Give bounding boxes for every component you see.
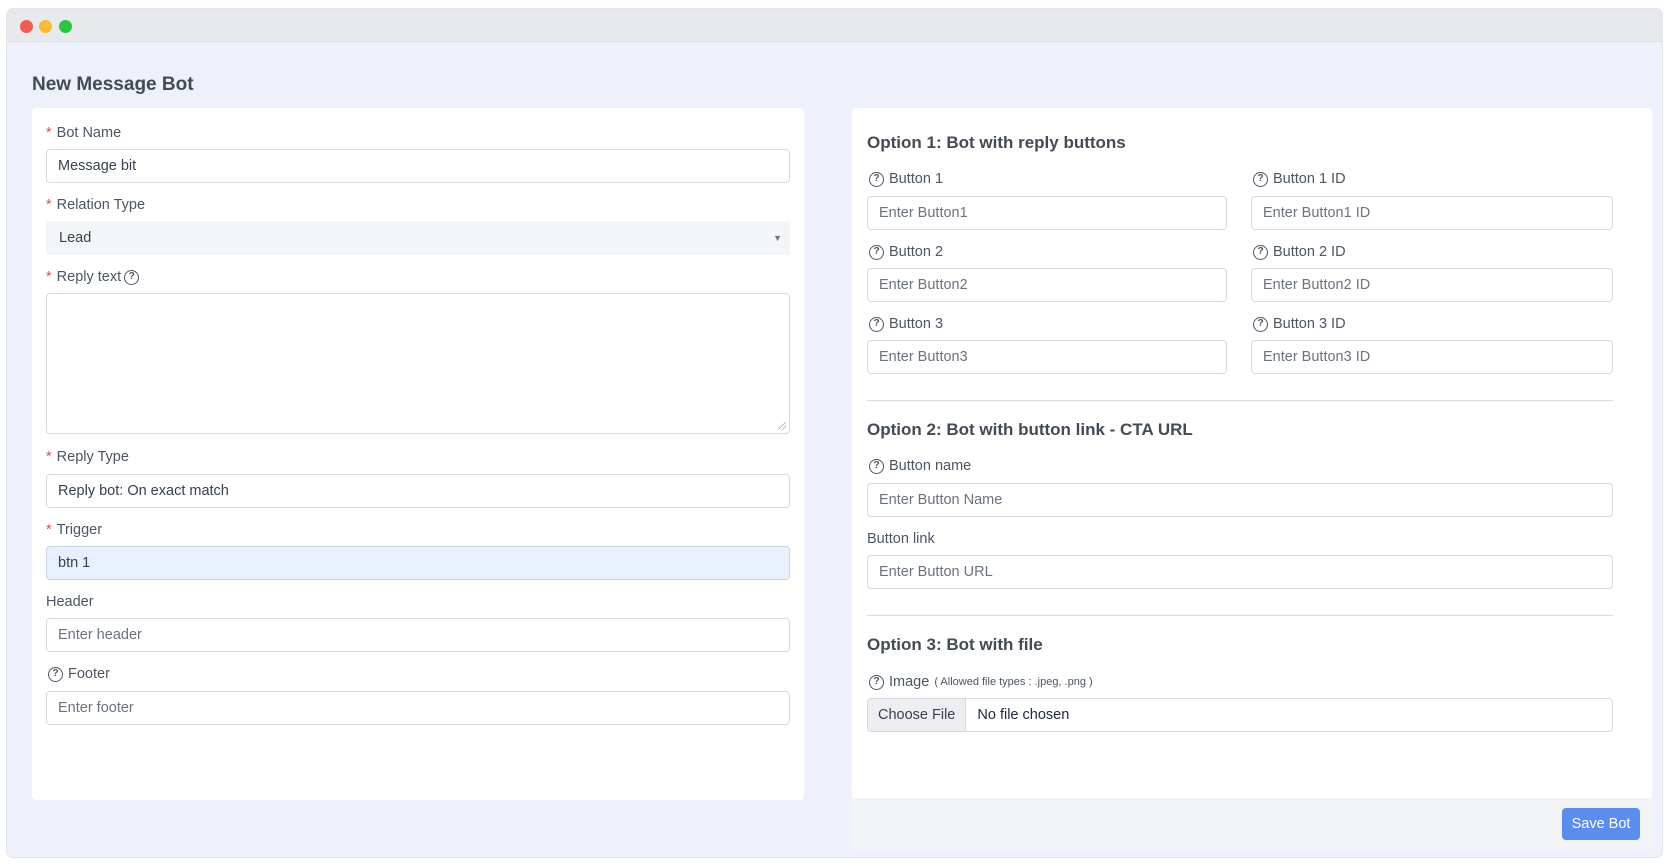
header-label: Header [46, 594, 94, 610]
required-marker: * [46, 197, 52, 213]
maximize-window-dot[interactable] [59, 20, 72, 33]
question-circle-icon[interactable]: ? [124, 269, 140, 285]
button-name-label: ? Button name [869, 458, 971, 474]
relation-type-label: * Relation Type [46, 197, 146, 213]
bot-options-card: Option 1: Bot with reply buttons ? Butto… [852, 108, 1652, 850]
file-status-text: No file chosen [977, 707, 1070, 723]
window-titlebar [7, 9, 1662, 42]
reply-text-label: * Reply text ? [46, 269, 140, 285]
button3-id-input[interactable] [1251, 340, 1613, 374]
button1-id-label: ? Button 1 ID [1253, 171, 1346, 187]
image-file-input[interactable]: Choose File No file chosen [867, 698, 1613, 732]
option3-title: Option 3: Bot with file [867, 635, 1043, 654]
required-marker: * [46, 125, 52, 141]
trigger-input[interactable] [46, 546, 790, 580]
button1-id-input[interactable] [1251, 196, 1613, 230]
button3-label: ? Button 3 [869, 316, 943, 332]
question-circle-icon[interactable]: ? [1253, 316, 1268, 332]
question-circle-icon[interactable]: ? [1253, 244, 1268, 260]
button2-id-label: ? Button 2 ID [1253, 244, 1346, 260]
reply-type-label: * Reply Type [46, 449, 129, 465]
button2-id-input[interactable] [1251, 268, 1613, 302]
footer-input[interactable] [46, 691, 790, 725]
question-circle-icon[interactable]: ? [48, 666, 63, 682]
bot-name-label: * Bot Name [46, 125, 122, 141]
relation-type-select[interactable]: Lead ▼ [46, 221, 790, 255]
section-divider [867, 400, 1613, 401]
button-name-input[interactable] [867, 483, 1613, 517]
bot-name-input[interactable] [46, 149, 790, 183]
button3-input[interactable] [867, 340, 1227, 374]
caret-down-icon: ▼ [773, 233, 782, 243]
button2-label: ? Button 2 [869, 244, 943, 260]
required-marker: * [46, 522, 52, 538]
question-circle-icon[interactable]: ? [869, 316, 884, 332]
button-link-label: Button link [867, 531, 935, 547]
reply-type-input[interactable] [46, 474, 790, 508]
footer-label: ? Footer [48, 666, 110, 682]
allowed-file-types-note: ( Allowed file types : .jpeg, .png ) [934, 676, 1093, 688]
header-input[interactable] [46, 618, 790, 652]
reply-text-textarea[interactable] [46, 293, 790, 434]
close-window-dot[interactable] [20, 20, 33, 33]
app-window: New Message Bot * Bot Name * Relation Ty… [7, 9, 1662, 857]
resize-handle[interactable] [778, 422, 786, 430]
required-marker: * [46, 269, 52, 285]
card-footer: Save Bot [852, 798, 1652, 850]
bot-details-card: * Bot Name * Relation Type Lead ▼ * Repl… [32, 108, 804, 800]
section-divider [867, 615, 1613, 616]
option1-title: Option 1: Bot with reply buttons [867, 133, 1126, 152]
choose-file-button[interactable]: Choose File [868, 699, 967, 731]
button1-input[interactable] [867, 196, 1227, 230]
trigger-label: * Trigger [46, 522, 103, 538]
image-label: ? Image ( Allowed file types : .jpeg, .p… [869, 674, 1093, 690]
page-title: New Message Bot [32, 74, 194, 95]
button3-id-label: ? Button 3 ID [1253, 316, 1346, 332]
button2-input[interactable] [867, 268, 1227, 302]
required-marker: * [46, 449, 52, 465]
button-link-input[interactable] [867, 555, 1613, 589]
option2-title: Option 2: Bot with button link - CTA URL [867, 420, 1193, 439]
button1-label: ? Button 1 [869, 171, 943, 187]
question-circle-icon[interactable]: ? [869, 171, 884, 187]
question-circle-icon[interactable]: ? [869, 458, 884, 474]
question-circle-icon[interactable]: ? [869, 674, 884, 690]
minimize-window-dot[interactable] [39, 20, 52, 33]
save-bot-button[interactable]: Save Bot [1562, 808, 1640, 840]
question-circle-icon[interactable]: ? [1253, 171, 1268, 187]
question-circle-icon[interactable]: ? [869, 244, 884, 260]
